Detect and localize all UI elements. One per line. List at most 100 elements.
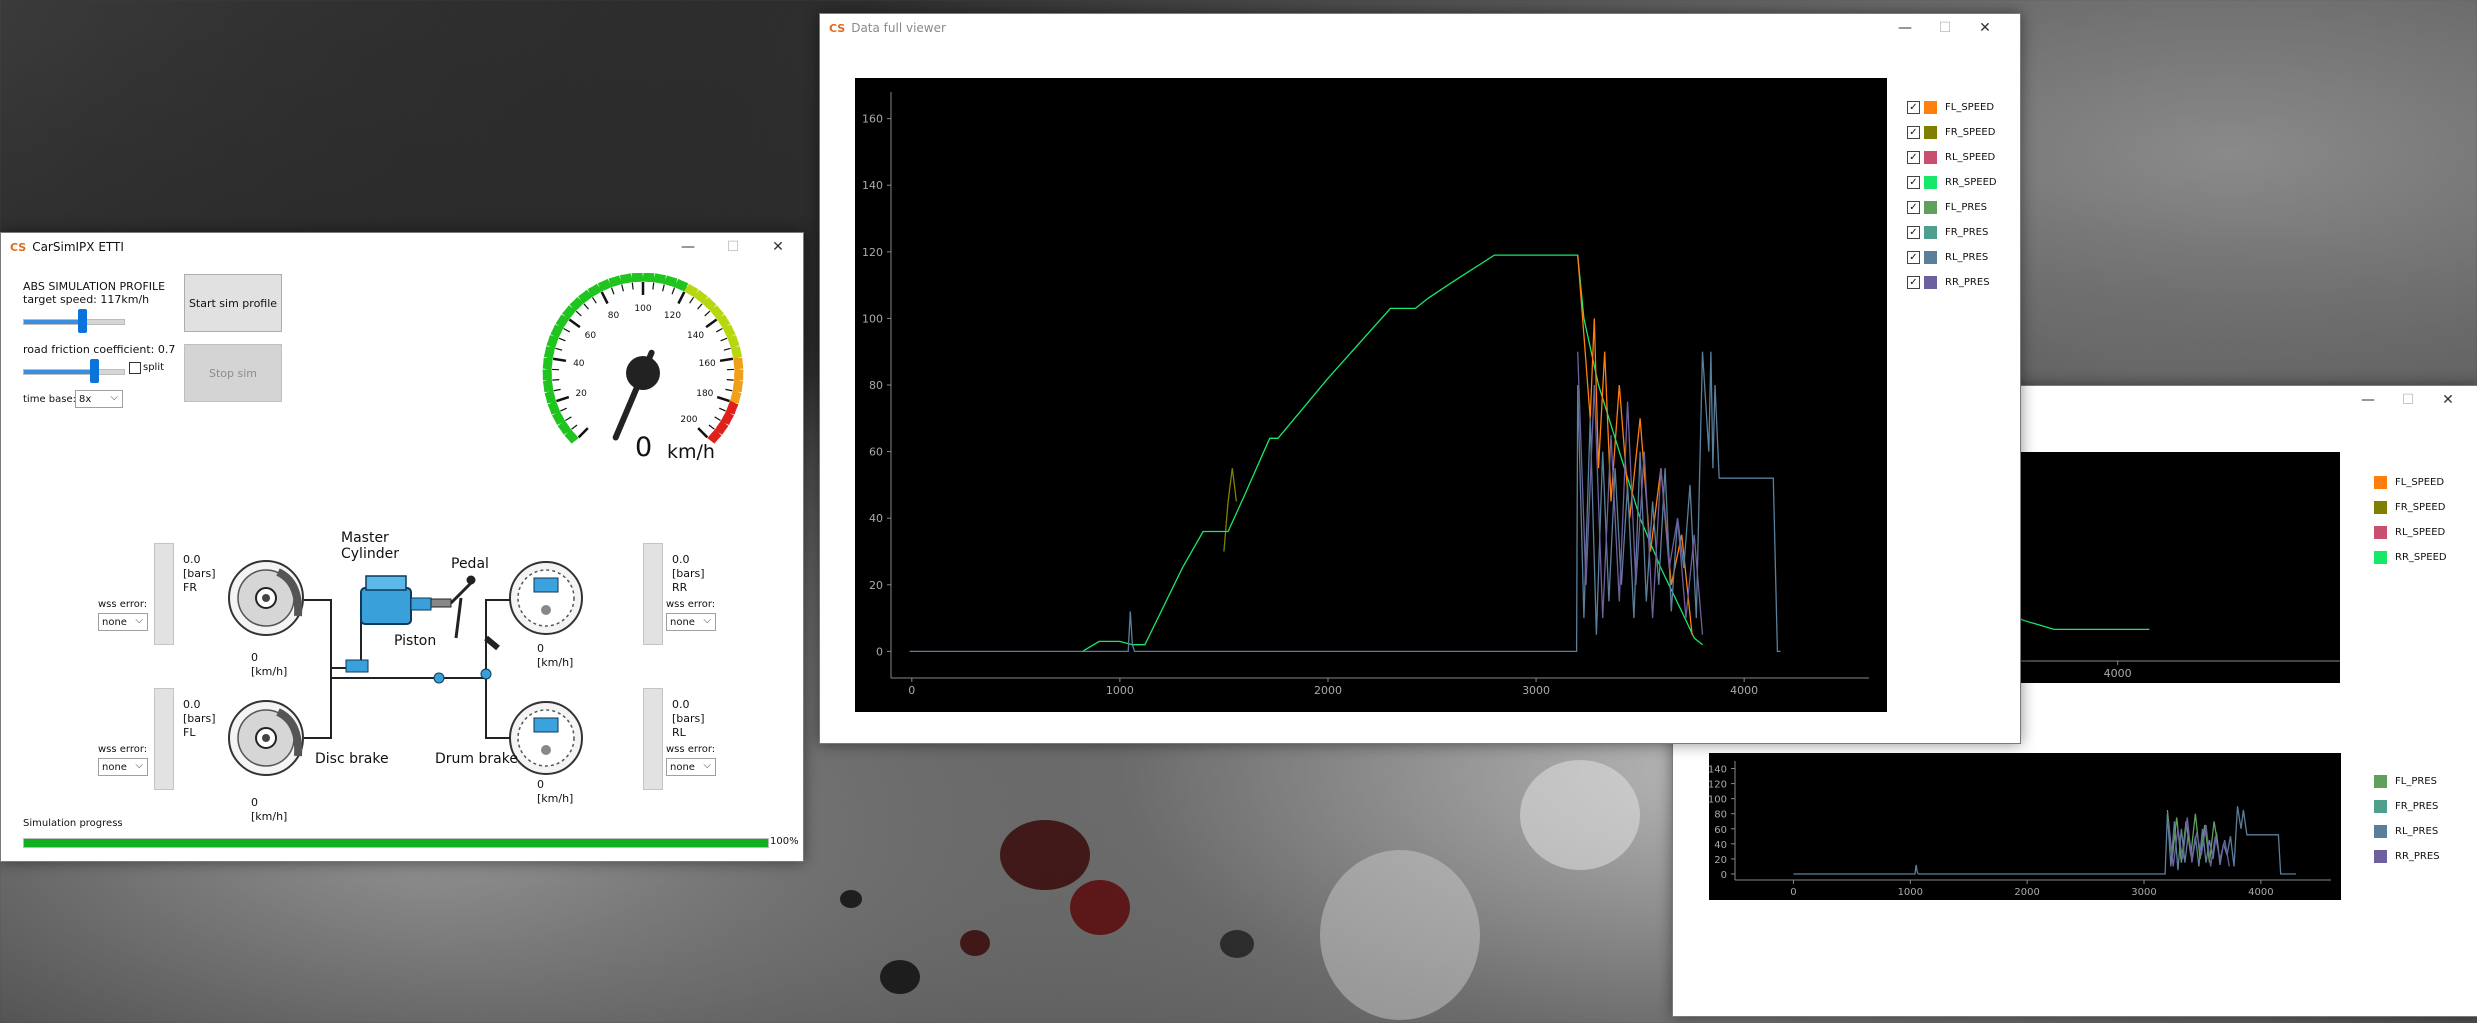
legend-swatch xyxy=(2374,551,2387,564)
gauge-tick xyxy=(568,318,581,329)
friction-slider[interactable] xyxy=(23,359,125,383)
carsim-main-window: CS CarSimIPX ETTI — ☐ ✕ ABS SIMULATION P… xyxy=(0,232,804,862)
close-button[interactable]: ✕ xyxy=(763,233,793,261)
gauge-arc-segment xyxy=(720,410,735,426)
slider-fill xyxy=(24,370,94,374)
title-bar[interactable]: CS Data full viewer xyxy=(820,14,2020,42)
close-button[interactable]: ✕ xyxy=(1970,14,2000,42)
checkbox-icon[interactable]: ✓ xyxy=(1907,151,1920,164)
gauge-arc-segment xyxy=(587,283,602,298)
gauge-arc-segment xyxy=(561,305,577,320)
x-tick-label: 1000 xyxy=(1106,684,1134,697)
rr-pressure-readout: 0.0 [bars] RR xyxy=(672,553,705,595)
speed-value: 0 xyxy=(537,778,544,791)
legend-item-fl-pres[interactable]: ✓ FL_PRES xyxy=(1907,201,1987,214)
pressure-value: 0.0 xyxy=(183,698,201,711)
checkbox-icon[interactable]: ✓ xyxy=(1907,226,1920,239)
series-line-rl-pres xyxy=(909,351,1781,653)
time-base-select[interactable]: 8x ⌵ xyxy=(75,390,123,408)
legend-item-fl-speed[interactable]: ✓ FL_SPEED xyxy=(1907,101,1994,114)
x-tick-label: 4000 xyxy=(1730,684,1758,697)
gauge-tick xyxy=(560,407,567,412)
y-tick-label: 0 xyxy=(876,645,883,658)
legend-swatch xyxy=(1924,151,1937,164)
start-sim-profile-button[interactable]: Start sim profile xyxy=(184,274,282,332)
legend-label: RL_PRES xyxy=(1945,252,1989,263)
pressure-value: 0.0 xyxy=(672,553,690,566)
gauge-arc-segment xyxy=(709,305,725,320)
legend-item-rr-pres[interactable]: ✓ RR_PRES xyxy=(1907,276,1990,289)
drum-brake-rl-icon xyxy=(509,701,583,775)
rl-wss-error-select[interactable]: none ⌵ xyxy=(666,758,716,776)
target-speed-slider[interactable] xyxy=(23,309,125,333)
legend-item-rl-speed[interactable]: ✓ RL_SPEED xyxy=(1907,151,1995,164)
junction-icon xyxy=(433,668,492,684)
gauge-tick-label: 120 xyxy=(664,311,681,321)
gauge-tick xyxy=(556,395,570,403)
y-tick-label: 0 xyxy=(1721,870,1727,881)
full-data-plot[interactable]: 0 20 40 60 80 100 120 140 160 0 1000 2000 3000 4000 xyxy=(855,78,1887,712)
minimize-button[interactable]: — xyxy=(673,233,703,261)
x-tick-label: 0 xyxy=(1790,887,1796,898)
close-button[interactable]: ✕ xyxy=(2433,386,2463,414)
fr-pressure-bar xyxy=(154,543,174,645)
maximize-button[interactable]: ☐ xyxy=(2393,386,2423,414)
y-tick-label: 60 xyxy=(869,446,883,459)
gauge-tick xyxy=(555,347,563,351)
gauge-arc-segment xyxy=(542,357,553,370)
checkbox-icon[interactable]: ✓ xyxy=(1907,276,1920,289)
legend-item-fr-speed[interactable]: ✓ FR_SPEED xyxy=(1907,126,1995,139)
legend-swatch xyxy=(2374,526,2387,539)
gauge-tick-label: 200 xyxy=(680,415,697,425)
split-checkbox[interactable] xyxy=(129,362,141,374)
checkbox-icon[interactable]: ✓ xyxy=(1907,101,1920,114)
gauge-tick xyxy=(720,337,728,342)
pressure-chart-plot[interactable]: 0 20 40 60 80 100 120 140 0 1000 2000 3000 4000 xyxy=(1709,753,2341,900)
series-line-rl-pres xyxy=(1793,806,2296,875)
legend-swatch xyxy=(2374,825,2387,838)
checkbox-icon[interactable]: ✓ xyxy=(1907,251,1920,264)
gauge-tick xyxy=(715,328,723,333)
fr-wss-error-select[interactable]: none ⌵ xyxy=(98,613,148,631)
legend-item-rl-pres: RL_PRES xyxy=(2374,825,2438,838)
y-tick-label: 60 xyxy=(1714,825,1727,836)
legend-item-fr-pres[interactable]: ✓ FR_PRES xyxy=(1907,226,1988,239)
gauge-tick xyxy=(565,416,572,422)
legend-item-rr-speed[interactable]: ✓ RR_SPEED xyxy=(1907,176,1997,189)
drum-brake-rr-icon xyxy=(509,561,583,635)
rr-wss-error-select[interactable]: none ⌵ xyxy=(666,613,716,631)
y-tick-label: 20 xyxy=(1714,855,1727,866)
y-tick-label: 80 xyxy=(1714,810,1727,821)
slider-handle[interactable] xyxy=(78,309,87,333)
chevron-down-icon: ⌵ xyxy=(703,615,711,626)
pressure-unit: [bars] xyxy=(183,567,216,580)
gauge-tick-label: 20 xyxy=(575,389,587,399)
time-base-label: time base: xyxy=(23,394,76,405)
gauge-tick xyxy=(719,357,734,363)
checkbox-icon[interactable]: ✓ xyxy=(1907,176,1920,189)
app-logo-icon: CS xyxy=(829,21,846,35)
gauge-arc-segment xyxy=(725,400,739,415)
stop-sim-button[interactable]: Stop sim xyxy=(184,344,282,402)
legend-label: FL_PRES xyxy=(1945,202,1987,213)
maximize-button[interactable]: ☐ xyxy=(1930,14,1960,42)
legend-item-fr-speed: FR_SPEED xyxy=(2374,501,2445,514)
legend-label: RL_PRES xyxy=(2395,826,2439,837)
gauge-tick-label: 180 xyxy=(696,389,713,399)
minimize-button[interactable]: — xyxy=(2353,386,2383,414)
wheel-code: FR xyxy=(183,581,197,594)
checkbox-icon[interactable]: ✓ xyxy=(1907,126,1920,139)
checkbox-icon[interactable]: ✓ xyxy=(1907,201,1920,214)
legend-item-rl-pres[interactable]: ✓ RL_PRES xyxy=(1907,251,1988,264)
gauge-arc-segment xyxy=(730,346,743,360)
friction-label: road friction coefficient: 0.7 xyxy=(23,343,176,356)
y-tick-label: 120 xyxy=(862,246,883,259)
y-tick-label: 80 xyxy=(869,379,883,392)
minimize-button[interactable]: — xyxy=(1890,14,1920,42)
gauge-arc-segment xyxy=(569,296,584,312)
legend-swatch xyxy=(1924,201,1937,214)
x-tick-label: 3000 xyxy=(2131,887,2156,898)
slider-handle[interactable] xyxy=(90,359,99,383)
fl-wss-error-select[interactable]: none ⌵ xyxy=(98,758,148,776)
maximize-button[interactable]: ☐ xyxy=(718,233,748,261)
